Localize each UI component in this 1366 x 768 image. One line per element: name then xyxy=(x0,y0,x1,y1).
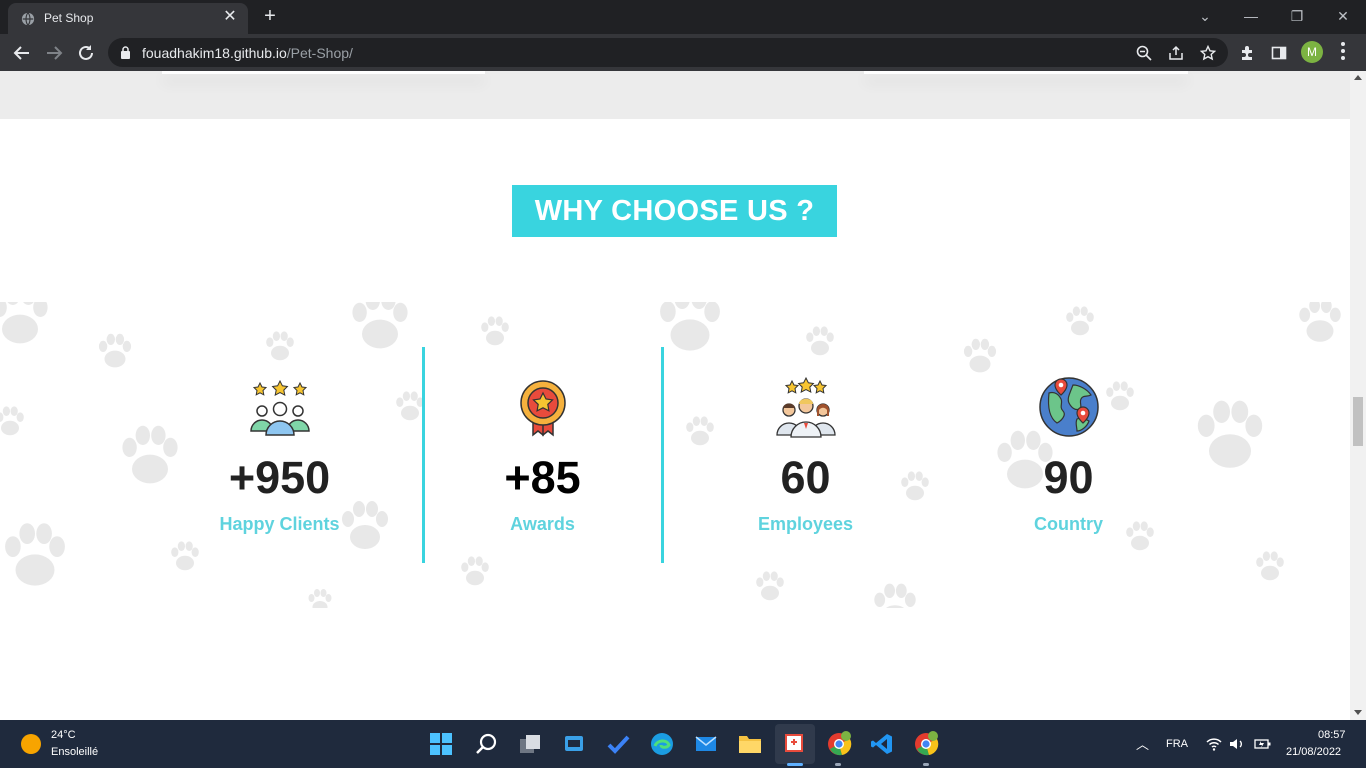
arrow-right-icon xyxy=(47,46,63,60)
minimize-button[interactable]: — xyxy=(1228,4,1274,28)
clock-time[interactable]: 08:57 xyxy=(1318,729,1346,741)
active-app-indicator xyxy=(787,763,803,766)
file-explorer-icon[interactable] xyxy=(735,729,765,759)
language-indicator[interactable]: FRA xyxy=(1166,738,1188,750)
section-heading-text: WHY CHOOSE US ? xyxy=(534,194,815,227)
clock-date[interactable]: 21/08/2022 xyxy=(1286,746,1341,758)
chrome-profile-icon[interactable] xyxy=(911,729,941,759)
employees-icon xyxy=(775,376,836,438)
url-text: fouadhakim18.github.io/Pet-Shop/ xyxy=(142,45,353,61)
stat-value: 60 xyxy=(780,452,831,503)
reload-button[interactable] xyxy=(72,39,100,67)
tab-search-chevron-icon[interactable]: ⌄ xyxy=(1182,4,1228,28)
weather-temperature[interactable]: 24°C xyxy=(51,729,76,741)
tab-title: Pet Shop xyxy=(44,11,94,25)
volume-icon[interactable] xyxy=(1229,737,1245,751)
windows-start-icon[interactable] xyxy=(426,729,456,759)
scroll-down-arrow-icon[interactable] xyxy=(1354,710,1362,715)
product-card-bottom xyxy=(864,71,1188,74)
arrow-left-icon xyxy=(13,46,29,60)
stat-awards: +85 Awards xyxy=(411,302,674,608)
edge-browser-icon[interactable] xyxy=(647,729,677,759)
back-button[interactable] xyxy=(8,39,36,67)
vscode-icon[interactable] xyxy=(867,729,897,759)
todo-checkmark-icon[interactable] xyxy=(603,729,633,759)
page-scrollbar[interactable] xyxy=(1350,71,1366,720)
extensions-puzzle-icon[interactable] xyxy=(1236,42,1258,64)
browser-menu-icon[interactable] xyxy=(1340,42,1346,62)
stat-value: +85 xyxy=(504,452,581,503)
award-medal-icon xyxy=(519,380,566,437)
scrollbar-thumb[interactable] xyxy=(1353,397,1363,446)
stat-label: Happy Clients xyxy=(219,514,340,534)
bookmark-star-icon[interactable] xyxy=(1198,43,1218,63)
stat-value: 90 xyxy=(1043,452,1094,503)
running-app-indicator xyxy=(923,763,929,766)
battery-charging-icon[interactable] xyxy=(1254,737,1272,751)
browser-tab[interactable]: Pet Shop ✕ xyxy=(8,3,248,34)
stat-label: Employees xyxy=(757,514,854,534)
task-view-icon[interactable] xyxy=(515,729,545,759)
sun-weather-icon[interactable] xyxy=(21,734,41,754)
reload-icon xyxy=(79,45,93,60)
snipping-tool-icon[interactable] xyxy=(780,729,810,759)
section-heading: WHY CHOOSE US ? xyxy=(512,185,837,237)
browser-toolbar: fouadhakim18.github.io/Pet-Shop/ M xyxy=(0,34,1366,71)
stat-happy-clients: +950 Happy Clients xyxy=(148,302,411,608)
stat-divider xyxy=(661,347,664,563)
mail-icon[interactable] xyxy=(691,729,721,759)
happy-clients-icon xyxy=(249,379,310,436)
search-icon[interactable] xyxy=(471,729,501,759)
profile-avatar[interactable]: M xyxy=(1301,41,1323,63)
chrome-icon[interactable] xyxy=(824,729,854,759)
url-path: /Pet-Shop/ xyxy=(286,45,353,61)
stat-value: +950 xyxy=(228,452,331,503)
stats-section: +950 Happy Clients +85 Awards 60 Employe… xyxy=(0,302,1350,608)
address-bar[interactable]: fouadhakim18.github.io/Pet-Shop/ xyxy=(108,38,1228,67)
lock-icon xyxy=(121,46,130,59)
weather-description[interactable]: Ensoleillé xyxy=(51,746,98,758)
globe-favicon-icon xyxy=(21,12,35,26)
close-window-button[interactable]: ✕ xyxy=(1320,4,1366,28)
zoom-icon[interactable] xyxy=(1134,43,1154,63)
tab-close-icon[interactable]: ✕ xyxy=(222,9,238,25)
stat-country: 90 Country xyxy=(937,302,1200,608)
previous-section-band xyxy=(0,71,1350,119)
widgets-icon[interactable] xyxy=(559,729,589,759)
forward-button[interactable] xyxy=(40,39,68,67)
page-viewport: WHY CHOOSE US ? +950 Happy Clients +85 A… xyxy=(0,71,1350,720)
side-panel-icon[interactable] xyxy=(1268,42,1290,64)
windows-taskbar: 24°C Ensoleillé ︿ FRA 08:57 21/08/2022 xyxy=(0,720,1366,768)
share-icon[interactable] xyxy=(1166,43,1186,63)
stat-label: Country xyxy=(1034,514,1103,534)
new-tab-button[interactable]: + xyxy=(259,6,281,28)
wifi-icon[interactable] xyxy=(1206,737,1222,751)
url-host: fouadhakim18.github.io xyxy=(142,45,287,61)
running-app-indicator xyxy=(835,763,841,766)
product-card-bottom xyxy=(162,71,485,74)
stat-employees: 60 Employees xyxy=(674,302,937,608)
stat-label: Awards xyxy=(510,514,575,534)
scroll-up-arrow-icon[interactable] xyxy=(1354,75,1362,80)
browser-tab-strip: Pet Shop ✕ + ⌄ — ❐ ✕ xyxy=(0,0,1366,34)
restore-button[interactable]: ❐ xyxy=(1274,4,1320,28)
globe-icon xyxy=(1038,377,1099,437)
tray-chevron-up-icon[interactable]: ︿ xyxy=(1136,734,1149,753)
